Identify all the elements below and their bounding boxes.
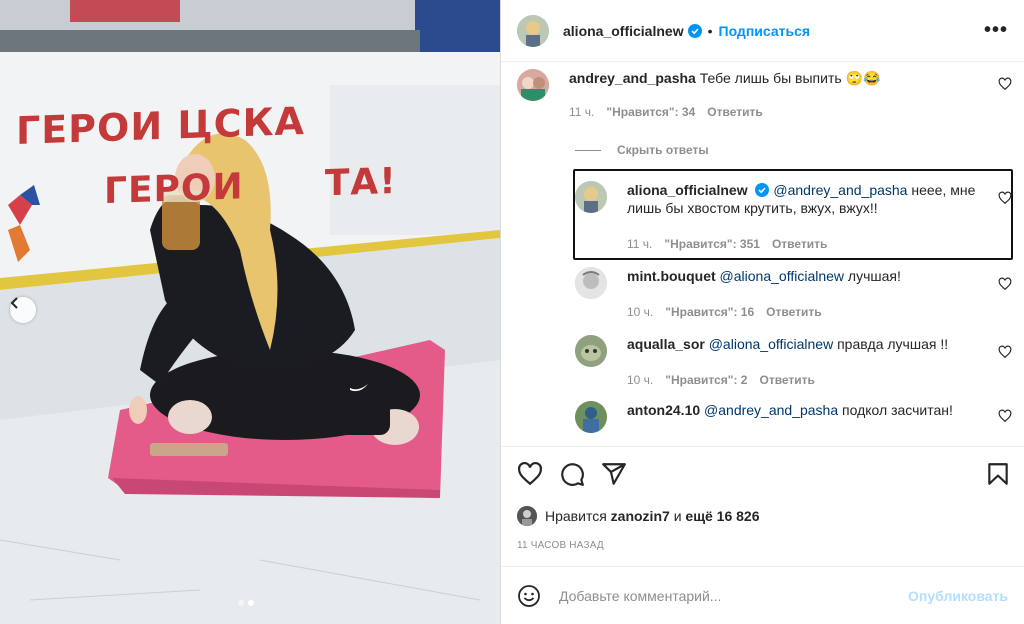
comment-mention[interactable]: @andrey_and_pasha bbox=[773, 182, 907, 198]
comment-username[interactable]: aqualla_sor bbox=[627, 336, 705, 352]
emoji-icon[interactable] bbox=[517, 584, 541, 608]
commenter-avatar[interactable] bbox=[575, 181, 607, 213]
bookmark-icon[interactable] bbox=[985, 461, 1011, 487]
comment-text-line2: лишь бы хвостом крутить, вжух, вжух!! bbox=[627, 200, 878, 216]
comment-time[interactable]: 11 ч. bbox=[627, 237, 652, 251]
verified-icon bbox=[687, 23, 702, 38]
comment-username[interactable]: andrey_and_pasha bbox=[569, 70, 696, 86]
post-side-panel: aliona_officialnew • Подписаться ••• and… bbox=[500, 0, 1024, 624]
comment-username[interactable]: aliona_officialnew bbox=[627, 182, 748, 198]
comment-item: aqualla_sor @aliona_officialnew правда л… bbox=[501, 331, 1024, 397]
post-modal: ГЕРОИ ЦСКА ГЕРОИ ТА! aliona_officialnew … bbox=[0, 0, 1024, 624]
comment-icon[interactable] bbox=[559, 461, 585, 487]
post-actions bbox=[501, 446, 1024, 497]
heart-icon[interactable] bbox=[517, 461, 543, 487]
post-time-ago[interactable]: 11 ЧАСОВ НАЗАД bbox=[517, 540, 604, 551]
carousel-dot-active[interactable] bbox=[248, 600, 254, 606]
more-icon[interactable]: ••• bbox=[984, 19, 1008, 42]
comment-mention[interactable]: @aliona_officialnew bbox=[720, 268, 844, 284]
hide-replies-label: Скрыть ответы bbox=[617, 143, 709, 157]
reply-button[interactable]: Ответить bbox=[766, 305, 821, 319]
comment-mention[interactable]: @aliona_officialnew bbox=[709, 336, 833, 352]
heart-icon[interactable] bbox=[998, 345, 1012, 359]
comment-item: andrey_and_pasha Тебе лишь бы выпить 🙄😂 … bbox=[501, 63, 1024, 133]
comment-likes[interactable]: "Нравится": 16 bbox=[665, 305, 754, 319]
add-comment-bar: Опубликовать bbox=[501, 566, 1024, 624]
likes-prefix: Нравится bbox=[545, 508, 607, 524]
photo-scene bbox=[0, 0, 500, 624]
hide-replies-line bbox=[575, 149, 601, 151]
comment-time[interactable]: 11 ч. bbox=[569, 105, 594, 119]
hide-replies-button[interactable]: Скрыть ответы bbox=[575, 143, 709, 157]
commenter-avatar[interactable] bbox=[575, 401, 607, 433]
carousel-prev-button[interactable] bbox=[10, 297, 36, 323]
reply-button[interactable]: Ответить bbox=[707, 105, 762, 119]
carousel-dot[interactable] bbox=[238, 600, 244, 606]
heart-icon[interactable] bbox=[998, 191, 1012, 205]
publish-button[interactable]: Опубликовать bbox=[908, 588, 1008, 604]
comment-text: Тебе лишь бы выпить 🙄😂 bbox=[699, 70, 881, 86]
likes-count[interactable]: ещё 16 826 bbox=[685, 508, 759, 524]
reply-button[interactable]: Ответить bbox=[759, 373, 814, 387]
liker-username[interactable]: zanozin7 bbox=[611, 508, 670, 524]
comment-likes[interactable]: "Нравится": 2 bbox=[665, 373, 747, 387]
carousel-dots bbox=[238, 600, 254, 606]
comment-likes[interactable]: "Нравится": 34 bbox=[606, 105, 695, 119]
comment-item: anton24.10 @andrey_and_pasha подкол засч… bbox=[501, 397, 1024, 445]
commenter-avatar[interactable] bbox=[517, 69, 549, 101]
commenter-avatar[interactable] bbox=[575, 267, 607, 299]
reply-button[interactable]: Ответить bbox=[772, 237, 827, 251]
comment-text: лучшая! bbox=[847, 268, 901, 284]
follow-button[interactable]: Подписаться bbox=[719, 23, 811, 39]
author-username[interactable]: aliona_officialnew bbox=[563, 23, 684, 39]
heart-icon[interactable] bbox=[998, 277, 1012, 291]
chevron-left-icon bbox=[10, 297, 18, 309]
comment-username[interactable]: mint.bouquet bbox=[627, 268, 716, 284]
author-avatar[interactable] bbox=[517, 14, 549, 47]
liker-avatar[interactable] bbox=[517, 506, 537, 526]
separator-dot: • bbox=[707, 22, 713, 39]
comment-input[interactable] bbox=[557, 586, 909, 605]
heart-icon[interactable] bbox=[998, 77, 1012, 91]
comments-list[interactable]: andrey_and_pasha Тебе лишь бы выпить 🙄😂 … bbox=[501, 63, 1024, 445]
post-photo: ГЕРОИ ЦСКА ГЕРОИ ТА! bbox=[0, 0, 500, 624]
share-icon[interactable] bbox=[601, 461, 627, 487]
commenter-avatar[interactable] bbox=[575, 335, 607, 367]
post-header: aliona_officialnew • Подписаться ••• bbox=[501, 0, 1024, 62]
comment-time[interactable]: 10 ч. bbox=[627, 373, 653, 387]
comment-mention[interactable]: @andrey_and_pasha bbox=[704, 402, 838, 418]
comment-text: неее, мне bbox=[911, 182, 976, 198]
comment-text: правда лучшая !! bbox=[837, 336, 949, 352]
likes-middle: и bbox=[673, 508, 682, 524]
verified-icon bbox=[755, 183, 770, 197]
likes-summary: Нравится zanozin7 и ещё 16 826 bbox=[517, 506, 760, 526]
comment-likes[interactable]: "Нравится": 351 bbox=[664, 237, 760, 251]
heart-icon[interactable] bbox=[998, 409, 1012, 423]
comment-item: mint.bouquet @aliona_officialnew лучшая!… bbox=[501, 263, 1024, 329]
comment-text: подкол засчитан! bbox=[842, 402, 953, 418]
comment-item-highlighted: aliona_officialnew @andrey_and_pasha нее… bbox=[501, 173, 1024, 259]
comment-time[interactable]: 10 ч. bbox=[627, 305, 653, 319]
comment-username[interactable]: anton24.10 bbox=[627, 402, 700, 418]
